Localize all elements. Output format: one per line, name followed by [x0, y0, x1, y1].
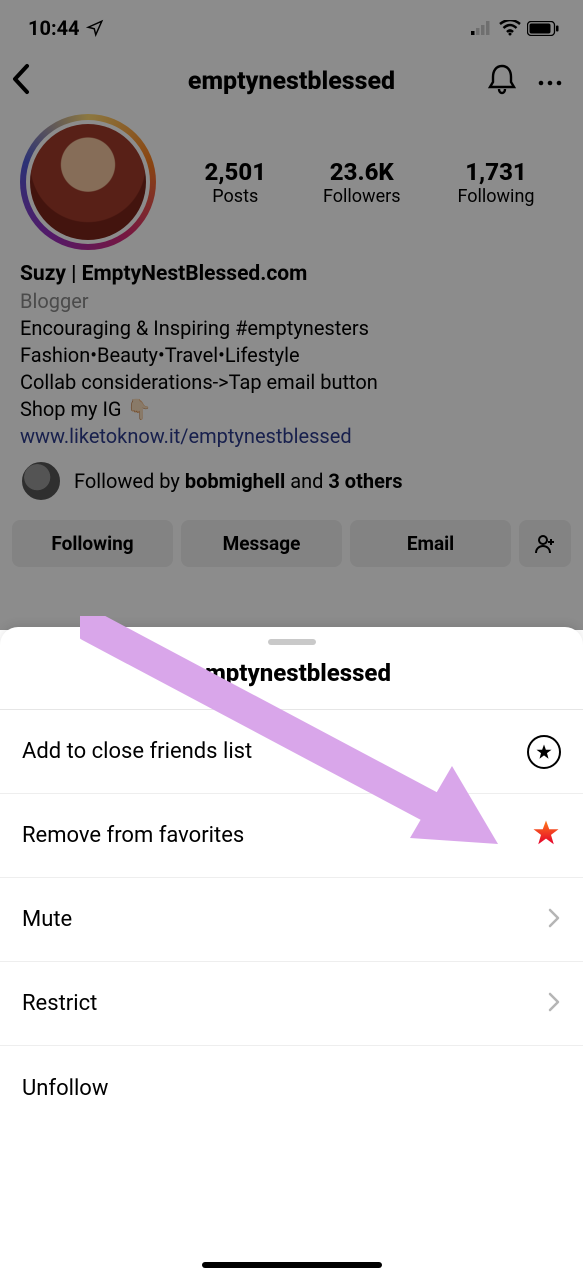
remove-favorites-item[interactable]: Remove from favorites — [0, 794, 583, 878]
following-stat[interactable]: 1,731 Following — [457, 158, 534, 207]
followed-by-prefix: Followed by — [74, 469, 185, 493]
more-options-button[interactable] — [537, 72, 563, 91]
followed-by-middle: and — [285, 469, 328, 493]
favorite-star-icon — [531, 818, 561, 854]
following-count: 1,731 — [457, 158, 534, 186]
location-arrow-icon — [86, 19, 104, 37]
notifications-button[interactable] — [487, 63, 517, 99]
following-options-sheet: emptynestblessed Add to close friends li… — [0, 627, 583, 1280]
sheet-item-label: Add to close friends list — [22, 739, 252, 764]
followers-label: Followers — [323, 186, 401, 207]
profile-avatar-story-ring[interactable] — [20, 114, 156, 250]
ellipsis-icon — [537, 79, 563, 87]
status-bar: 10:44 — [0, 0, 583, 50]
profile-avatar — [30, 124, 146, 240]
sheet-item-label: Remove from favorites — [22, 823, 244, 848]
home-indicator[interactable] — [202, 1262, 382, 1268]
message-button[interactable]: Message — [181, 520, 342, 567]
suggested-users-button[interactable] — [519, 520, 571, 567]
sheet-item-label: Restrict — [22, 991, 97, 1016]
unfollow-item[interactable]: Unfollow — [0, 1046, 583, 1130]
bio-line: Collab considerations->Tap email button — [20, 369, 563, 396]
email-button[interactable]: Email — [350, 520, 511, 567]
bio-line: Encouraging & Inspiring #emptynesters — [20, 315, 563, 342]
bio-link[interactable]: www.liketoknow.it/emptynestblessed — [20, 423, 563, 450]
status-time: 10:44 — [28, 16, 80, 40]
bell-icon — [487, 63, 517, 95]
sheet-item-label: Mute — [22, 907, 72, 932]
sheet-title: emptynestblessed — [0, 659, 583, 710]
chevron-right-icon — [547, 905, 561, 935]
back-button[interactable] — [6, 63, 36, 99]
mute-item[interactable]: Mute — [0, 878, 583, 962]
posts-count: 2,501 — [204, 158, 266, 186]
profile-bio: Suzy | EmptyNestBlessed.com Blogger Enco… — [0, 250, 583, 450]
add-close-friends-item[interactable]: Add to close friends list — [0, 710, 583, 794]
followed-by-text: Followed by bobmighell and 3 others — [74, 469, 402, 493]
posts-label: Posts — [204, 186, 266, 207]
cellular-signal-icon — [471, 21, 493, 35]
bio-line: Shop my IG 👇🏻 — [20, 396, 563, 423]
following-button[interactable]: Following — [12, 520, 173, 567]
followers-count: 23.6K — [323, 158, 401, 186]
followed-by-name: bobmighell — [185, 469, 285, 493]
followed-by-others: 3 others — [328, 469, 402, 493]
sheet-drag-handle[interactable] — [268, 639, 316, 645]
sheet-item-label: Unfollow — [22, 1076, 108, 1101]
restrict-item[interactable]: Restrict — [0, 962, 583, 1046]
followed-by-row[interactable]: Followed by bobmighell and 3 others — [0, 450, 583, 502]
posts-stat[interactable]: 2,501 Posts — [204, 158, 266, 207]
bio-line: Fashion•Beauty•Travel•Lifestyle — [20, 342, 563, 369]
followers-stat[interactable]: 23.6K Followers — [323, 158, 401, 207]
following-label: Following — [457, 186, 534, 207]
wifi-icon — [499, 20, 521, 36]
add-user-icon — [534, 534, 556, 554]
display-name: Suzy | EmptyNestBlessed.com — [20, 260, 563, 288]
close-friends-star-icon — [527, 735, 561, 769]
chevron-right-icon — [547, 989, 561, 1019]
profile-category: Blogger — [20, 288, 563, 315]
battery-icon — [527, 21, 559, 36]
chevron-left-icon — [10, 63, 32, 95]
follower-avatar — [20, 460, 62, 502]
